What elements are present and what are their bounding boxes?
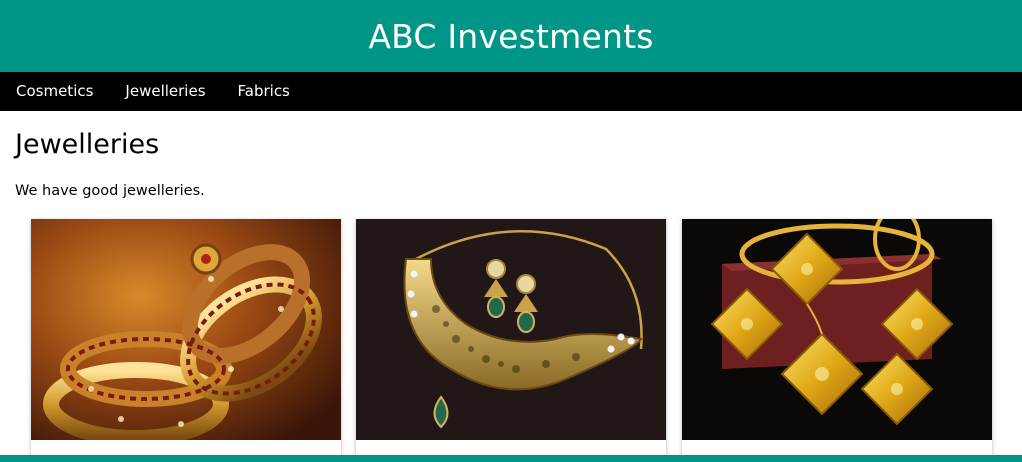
top-nav: Cosmetics Jewelleries Fabrics bbox=[0, 72, 1022, 111]
page-title: Jewelleries bbox=[15, 129, 160, 160]
footer-bar bbox=[0, 455, 1022, 462]
main-content: Jewelleries We have good jewelleries. bbox=[0, 111, 1022, 462]
nav-link-fabrics[interactable]: Fabrics bbox=[222, 72, 306, 111]
product-card-necklace[interactable] bbox=[356, 219, 666, 459]
nav-link-cosmetics[interactable]: Cosmetics bbox=[0, 72, 109, 111]
product-card-bangles[interactable] bbox=[31, 219, 341, 459]
page-description: We have good jewelleries. bbox=[15, 183, 205, 199]
nav-link-jewelleries[interactable]: Jewelleries bbox=[109, 72, 221, 111]
bangles-photo bbox=[31, 219, 341, 440]
site-header: ABC Investments bbox=[0, 0, 1022, 72]
product-card-gold-set[interactable] bbox=[682, 219, 992, 459]
gold-jewellery-set-photo bbox=[682, 219, 992, 440]
necklace-earrings-photo bbox=[356, 219, 666, 440]
site-title: ABC Investments bbox=[368, 16, 654, 56]
